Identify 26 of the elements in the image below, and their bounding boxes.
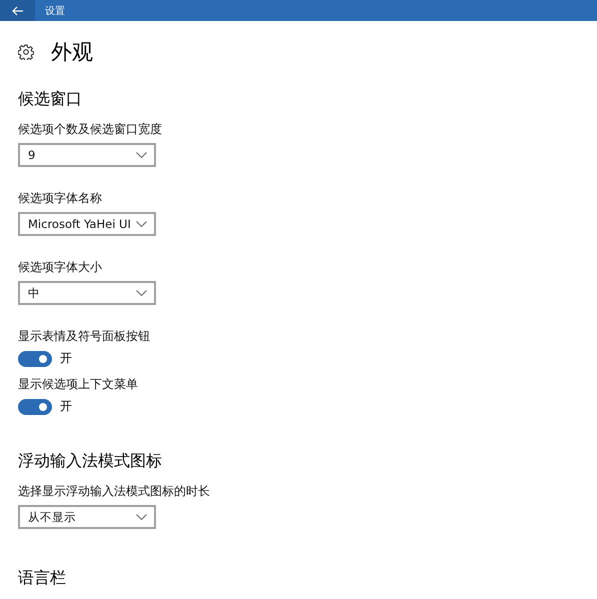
dropdown[interactable]: 中 bbox=[18, 281, 156, 305]
setting-label: 显示候选项上下文菜单 bbox=[18, 376, 139, 393]
setting-label: 候选项字体大小 bbox=[18, 259, 102, 276]
section-heading: 候选窗口 bbox=[18, 88, 83, 110]
back-arrow-icon bbox=[12, 6, 24, 16]
toggle-state-text: 开 bbox=[60, 350, 72, 367]
section-heading: 浮动输入法模式图标 bbox=[18, 450, 163, 472]
toggle-switch[interactable] bbox=[18, 350, 52, 366]
setting-label: 选择显示浮动输入法模式图标的时长 bbox=[18, 483, 210, 500]
page-title: 外观 bbox=[51, 39, 93, 66]
chevron-down-icon bbox=[136, 221, 147, 227]
setting-label: 候选项字体名称 bbox=[18, 190, 102, 207]
chevron-down-icon bbox=[136, 290, 147, 296]
setting-label: 显示表情及符号面板按钮 bbox=[18, 328, 151, 345]
section-heading: 语言栏 bbox=[18, 567, 67, 589]
settings-icon bbox=[18, 44, 34, 60]
toggle-state-text: 开 bbox=[60, 398, 72, 415]
window-title: 设置 bbox=[45, 4, 65, 18]
chevron-down-icon bbox=[136, 152, 147, 158]
dropdown[interactable]: Microsoft YaHei UI bbox=[18, 212, 156, 236]
toggle-switch[interactable] bbox=[18, 398, 52, 414]
back-button[interactable] bbox=[0, 0, 35, 21]
setting-label: 候选项个数及候选窗口宽度 bbox=[18, 121, 162, 138]
chevron-down-icon bbox=[136, 514, 147, 520]
dropdown[interactable]: 从不显示 bbox=[18, 505, 156, 529]
dropdown[interactable]: 9 bbox=[18, 143, 156, 167]
